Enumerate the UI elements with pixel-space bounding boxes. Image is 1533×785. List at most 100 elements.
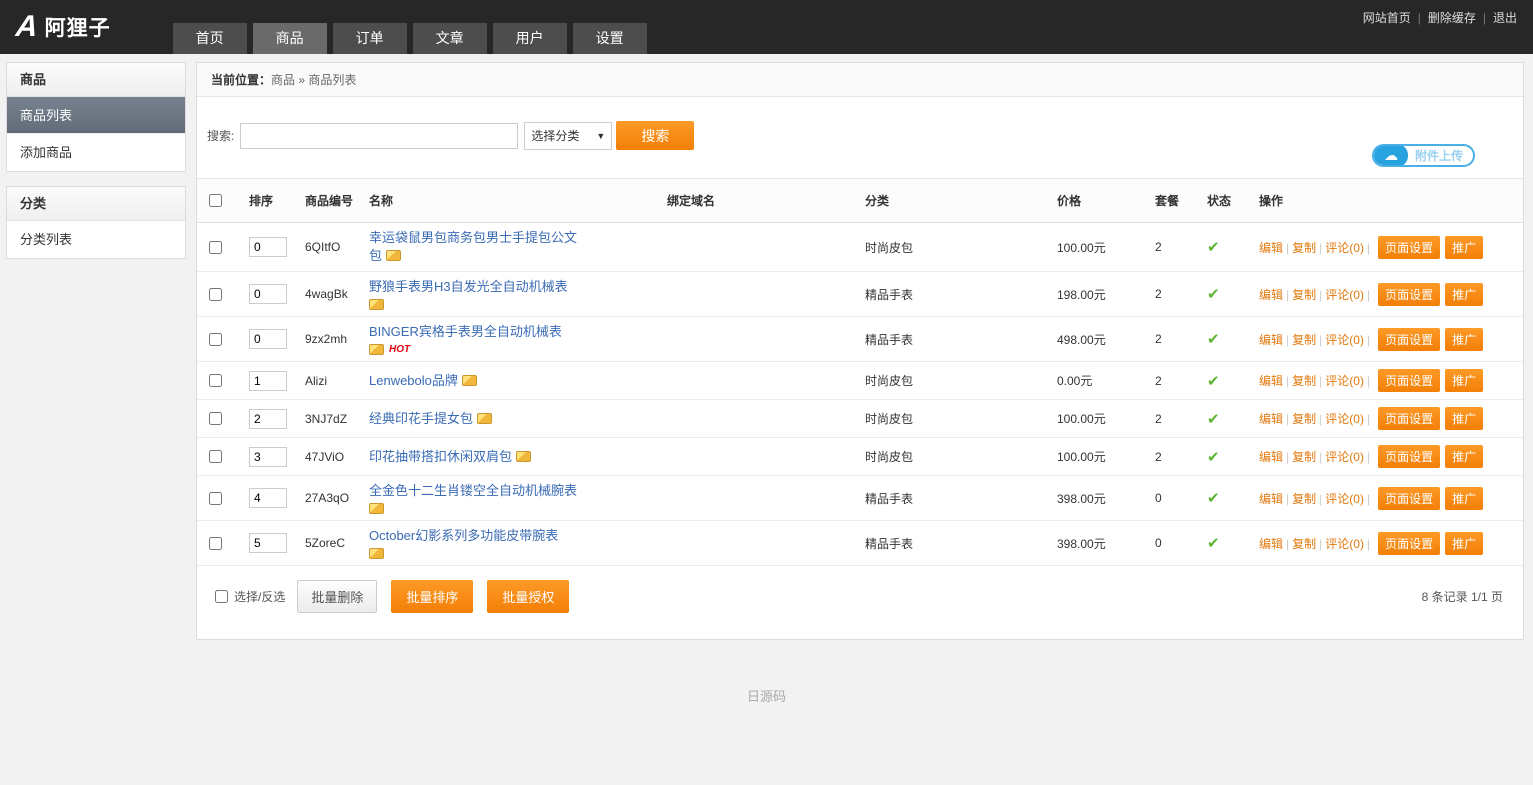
page-settings-button[interactable]: 页面设置 <box>1378 487 1440 510</box>
product-name-link[interactable]: October幻影系列多功能皮带腕表 <box>369 528 558 543</box>
product-name-cell: 经典印花手提女包 <box>361 400 659 438</box>
search-input[interactable] <box>240 123 518 149</box>
col-header-domain: 绑定域名 <box>659 179 857 223</box>
select-all-checkbox[interactable] <box>209 194 222 207</box>
copy-link[interactable]: 复制 <box>1292 450 1316 464</box>
row-checkbox[interactable] <box>209 412 222 425</box>
promote-button[interactable]: 推广 <box>1445 445 1483 468</box>
sort-input[interactable] <box>249 329 287 349</box>
copy-link[interactable]: 复制 <box>1292 412 1316 426</box>
row-checkbox[interactable] <box>209 374 222 387</box>
batch-sort-button[interactable]: 批量排序 <box>391 580 473 613</box>
edit-link[interactable]: 编辑 <box>1259 288 1283 302</box>
batch-auth-button[interactable]: 批量授权 <box>487 580 569 613</box>
comments-link[interactable]: 评论(0) <box>1325 241 1364 255</box>
comments-link[interactable]: 评论(0) <box>1325 288 1364 302</box>
product-name-link[interactable]: 印花抽带搭扣休闲双肩包 <box>369 449 512 464</box>
product-name-link[interactable]: 经典印花手提女包 <box>369 411 473 426</box>
promote-button[interactable]: 推广 <box>1445 236 1483 259</box>
promote-button[interactable]: 推广 <box>1445 369 1483 392</box>
edit-link[interactable]: 编辑 <box>1259 537 1283 551</box>
comments-link[interactable]: 评论(0) <box>1325 537 1364 551</box>
row-checkbox[interactable] <box>209 450 222 463</box>
page-settings-button[interactable]: 页面设置 <box>1378 369 1440 392</box>
search-label: 搜索: <box>207 127 234 144</box>
copy-link[interactable]: 复制 <box>1292 537 1316 551</box>
comments-link[interactable]: 评论(0) <box>1325 450 1364 464</box>
promote-button[interactable]: 推广 <box>1445 487 1483 510</box>
status-cell: ✔ <box>1199 521 1251 566</box>
action-separator: | <box>1319 412 1322 426</box>
sort-input[interactable] <box>249 237 287 257</box>
breadcrumb: 当前位置：商品 » 商品列表 <box>197 63 1523 97</box>
page-settings-button[interactable]: 页面设置 <box>1378 532 1440 555</box>
page-settings-button[interactable]: 页面设置 <box>1378 328 1440 351</box>
promote-button[interactable]: 推广 <box>1445 283 1483 306</box>
promote-button[interactable]: 推广 <box>1445 532 1483 555</box>
sort-input[interactable] <box>249 447 287 467</box>
sort-input[interactable] <box>249 533 287 553</box>
edit-link[interactable]: 编辑 <box>1259 241 1283 255</box>
copy-link[interactable]: 复制 <box>1292 288 1316 302</box>
sidebar-item-category-list[interactable]: 分类列表 <box>7 221 185 258</box>
edit-link[interactable]: 编辑 <box>1259 374 1283 388</box>
promote-button[interactable]: 推广 <box>1445 328 1483 351</box>
sort-input[interactable] <box>249 284 287 304</box>
upload-button[interactable]: ☁ 附件上传 <box>1372 144 1475 167</box>
action-separator: | <box>1319 537 1322 551</box>
category-select[interactable]: 选择分类 ▼ <box>524 122 612 150</box>
copy-link[interactable]: 复制 <box>1292 374 1316 388</box>
comments-link[interactable]: 评论(0) <box>1325 492 1364 506</box>
product-category: 精品手表 <box>857 521 1049 566</box>
nav-tab-orders[interactable]: 订单 <box>333 23 407 54</box>
comments-link[interactable]: 评论(0) <box>1325 333 1364 347</box>
edit-link[interactable]: 编辑 <box>1259 492 1283 506</box>
edit-link[interactable]: 编辑 <box>1259 412 1283 426</box>
top-link-site-home[interactable]: 网站首页 <box>1363 11 1411 25</box>
product-name-link[interactable]: 野狼手表男H3自发光全自动机械表 <box>369 279 568 294</box>
nav-tab-home[interactable]: 首页 <box>173 23 247 54</box>
row-checkbox[interactable] <box>209 241 222 254</box>
copy-link[interactable]: 复制 <box>1292 241 1316 255</box>
product-name-link[interactable]: BINGER宾格手表男全自动机械表 <box>369 324 562 339</box>
edit-link[interactable]: 编辑 <box>1259 333 1283 347</box>
copy-link[interactable]: 复制 <box>1292 333 1316 347</box>
col-header-category: 分类 <box>857 179 1049 223</box>
bound-domain <box>659 476 857 521</box>
bound-domain <box>659 438 857 476</box>
select-invert-checkbox[interactable] <box>215 590 228 603</box>
top-link-clear-cache[interactable]: 删除缓存 <box>1428 11 1476 25</box>
copy-link[interactable]: 复制 <box>1292 492 1316 506</box>
page-settings-button[interactable]: 页面设置 <box>1378 236 1440 259</box>
product-category: 时尚皮包 <box>857 438 1049 476</box>
comments-link[interactable]: 评论(0) <box>1325 374 1364 388</box>
row-checkbox[interactable] <box>209 333 222 346</box>
row-sort-cell <box>241 272 297 317</box>
sidebar-item-add-product[interactable]: 添加商品 <box>7 134 185 171</box>
nav-tab-articles[interactable]: 文章 <box>413 23 487 54</box>
logo-text: 阿狸子 <box>45 12 111 42</box>
sort-input[interactable] <box>249 488 287 508</box>
nav-tab-users[interactable]: 用户 <box>493 23 567 54</box>
sort-input[interactable] <box>249 371 287 391</box>
top-link-separator: | <box>1483 11 1486 25</box>
nav-tab-settings[interactable]: 设置 <box>573 23 647 54</box>
row-checkbox[interactable] <box>209 492 222 505</box>
page-settings-button[interactable]: 页面设置 <box>1378 283 1440 306</box>
action-separator: | <box>1367 450 1370 464</box>
sort-input[interactable] <box>249 409 287 429</box>
promote-button[interactable]: 推广 <box>1445 407 1483 430</box>
page-settings-button[interactable]: 页面设置 <box>1378 445 1440 468</box>
product-name-link[interactable]: Lenwebolo品牌 <box>369 373 458 388</box>
batch-delete-button[interactable]: 批量删除 <box>297 580 377 613</box>
sidebar-item-product-list[interactable]: 商品列表 <box>7 97 185 134</box>
row-checkbox[interactable] <box>209 288 222 301</box>
edit-link[interactable]: 编辑 <box>1259 450 1283 464</box>
comments-link[interactable]: 评论(0) <box>1325 412 1364 426</box>
search-button[interactable]: 搜索 <box>616 121 694 150</box>
nav-tab-products[interactable]: 商品 <box>253 23 327 54</box>
row-checkbox[interactable] <box>209 537 222 550</box>
product-name-link[interactable]: 全金色十二生肖镂空全自动机械腕表 <box>369 483 577 498</box>
page-settings-button[interactable]: 页面设置 <box>1378 407 1440 430</box>
top-link-logout[interactable]: 退出 <box>1493 11 1517 25</box>
